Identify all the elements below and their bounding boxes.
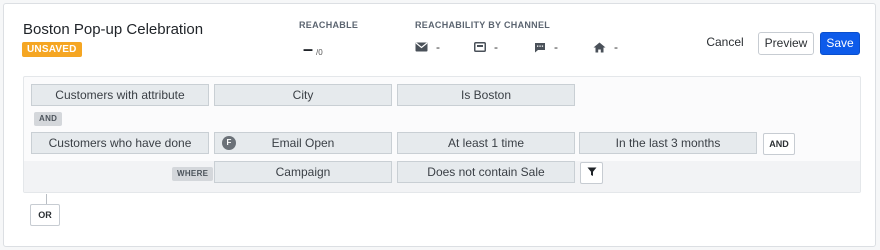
add-or-group-button[interactable]: OR (30, 204, 60, 226)
event-select-label: Email Open (271, 136, 335, 150)
channel-sms-value: - (554, 40, 558, 54)
reachable-denominator: /0 (316, 48, 323, 57)
cancel-button[interactable]: Cancel (703, 32, 747, 55)
property-select[interactable]: Campaign (214, 161, 392, 183)
timeframe-select[interactable]: In the last 3 months (579, 132, 757, 154)
event-source-badge: F (222, 136, 236, 150)
channel-in-app-value: - (494, 40, 498, 54)
attribute-select[interactable]: City (214, 84, 392, 106)
channel-email-value: - (436, 40, 440, 54)
property-condition-select[interactable]: Does not contain Sale (397, 161, 575, 183)
channel-email: - (415, 40, 440, 54)
in-app-message-icon (474, 42, 486, 52)
preview-button[interactable]: Preview (758, 32, 814, 55)
event-condition-type-select[interactable]: Customers who have done (31, 132, 209, 154)
and-tag: AND (34, 112, 63, 126)
email-icon (415, 42, 428, 52)
home-icon (593, 42, 606, 53)
unsaved-badge: UNSAVED (22, 42, 82, 57)
add-filter-button[interactable] (580, 162, 603, 184)
channel-home: - (593, 40, 618, 54)
segment-title[interactable]: Boston Pop-up Celebration (23, 21, 203, 38)
save-button[interactable]: Save (820, 32, 860, 55)
condition-type-select[interactable]: Customers with attribute (31, 84, 209, 106)
segment-builder: Customers with attribute City Is Boston … (23, 76, 861, 193)
where-tag: WHERE (172, 167, 214, 181)
filter-icon (587, 166, 597, 180)
segment-card: Boston Pop-up Celebration UNSAVED REACHA… (3, 3, 876, 247)
add-and-condition-button[interactable]: AND (763, 133, 795, 155)
channel-in-app: - (474, 40, 498, 54)
reachable-label: REACHABLE (299, 20, 359, 30)
event-select[interactable]: F Email Open (214, 132, 392, 154)
sms-icon (534, 42, 546, 53)
reachability-by-channel-label: REACHABILITY BY CHANNEL (415, 20, 551, 30)
attribute-condition-select[interactable]: Is Boston (397, 84, 575, 106)
reachable-value: – (303, 39, 314, 59)
frequency-select[interactable]: At least 1 time (397, 132, 575, 154)
channel-sms: - (534, 40, 558, 54)
channel-home-value: - (614, 40, 618, 54)
